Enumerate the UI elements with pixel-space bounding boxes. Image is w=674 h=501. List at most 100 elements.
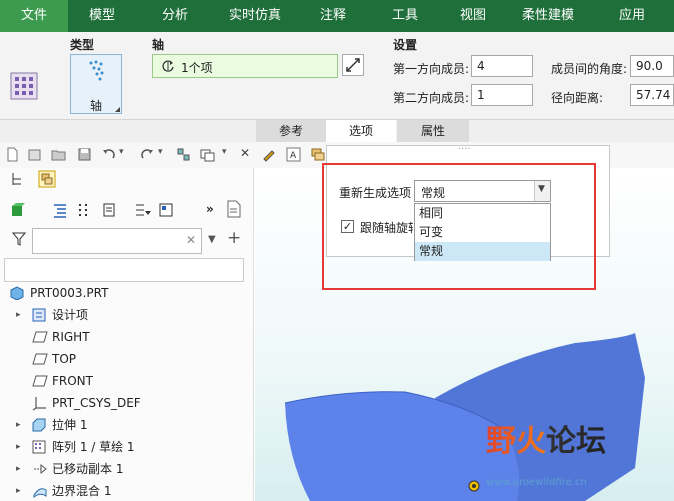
layers-icon[interactable] [310, 147, 325, 162]
menu-analysis[interactable]: 分析 [136, 0, 214, 32]
second-direction-input[interactable]: 1 [471, 84, 533, 106]
panel-drag-handle[interactable]: ···· [458, 144, 471, 155]
undo-dropdown-icon[interactable]: ▾ [119, 147, 124, 157]
first-direction-input[interactable]: 4 [471, 55, 533, 77]
first-direction-label: 第一方向成员: [393, 62, 470, 76]
filter-icon [12, 232, 26, 246]
regen-option-list: 相同 可变 常规 [414, 203, 551, 261]
rotate-axis-icon [162, 60, 174, 72]
tree-item-label: 阵列 1 / 草绘 1 [52, 440, 135, 454]
close-window-icon[interactable]: ✕ [240, 146, 250, 160]
tree-search-input[interactable]: ✕ [32, 228, 202, 254]
member-angle-input[interactable]: 90.0 [630, 55, 674, 77]
regen-option-value: 常规 [421, 186, 446, 200]
forum-watermark: 野火论坛 [486, 416, 606, 460]
tab-options[interactable]: 选项 [326, 120, 396, 142]
axis-collector-value: 1个项 [181, 61, 213, 75]
windows-dropdown-icon[interactable]: ▾ [222, 147, 227, 157]
edit-note-icon[interactable] [262, 147, 277, 162]
axis-type-label: 轴 [89, 99, 102, 113]
menu-tools[interactable]: 工具 [370, 0, 440, 32]
expand-arrow-icon[interactable]: ▸ [16, 416, 21, 434]
undo-icon[interactable] [101, 147, 116, 162]
open-recent-icon[interactable] [27, 147, 42, 162]
add-filter-icon[interactable]: + [227, 228, 241, 248]
display-icon[interactable] [158, 202, 174, 218]
menu-view[interactable]: 视图 [440, 0, 506, 32]
option-general[interactable]: 常规 [415, 242, 550, 261]
axis-section-label: 轴 [152, 38, 165, 52]
follow-axis-checkbox[interactable]: ✓ [341, 220, 354, 233]
flip-arrows-icon [346, 58, 360, 72]
pattern-feature-icon [10, 72, 38, 100]
boundary-blend-icon [33, 488, 47, 498]
model-tree-tab-icon[interactable] [10, 172, 24, 186]
tree-item-label: 设计项 [52, 308, 89, 322]
tree-header-bar [4, 258, 244, 282]
menu-applications[interactable]: 应用 [590, 0, 674, 32]
radial-distance-label: 径向距离: [551, 91, 604, 105]
type-label: 类型 [70, 38, 95, 52]
tree-item-label: 已移动副本 1 [52, 462, 124, 476]
datum-plane-icon [32, 353, 48, 365]
regen-option-select[interactable]: 常规 ▼ [414, 180, 551, 202]
tree-columns-icon[interactable] [52, 202, 68, 218]
site-logo-icon [468, 480, 480, 492]
redo-dropdown-icon[interactable]: ▾ [158, 147, 163, 157]
clear-search-icon[interactable]: ✕ [186, 233, 196, 247]
expand-arrow-icon[interactable]: ▸ [16, 482, 21, 500]
expand-arrow-icon[interactable]: ▸ [16, 438, 21, 456]
chevron-down-icon: ▼ [538, 184, 545, 194]
option-same[interactable]: 相同 [415, 204, 550, 223]
csys-icon [32, 397, 46, 411]
flip-direction-button[interactable] [342, 54, 364, 76]
notes-icon[interactable] [226, 200, 242, 218]
expand-arrow-icon[interactable]: ▸ [16, 306, 21, 324]
axis-type-button[interactable]: 轴 [70, 54, 122, 114]
watermark-text: 野火论坛 [486, 424, 606, 459]
tree-item-label: TOP [52, 352, 77, 366]
design-items-icon [32, 308, 46, 322]
ribbon: 类型 轴 轴 1个项 设置 第一方向成员: 4 第二方向成员: 1 成员间的角度 [0, 32, 674, 120]
more-tools-icon[interactable]: » [206, 202, 214, 216]
axis-collector[interactable]: 1个项 [152, 54, 338, 78]
dropdown-arrow-button[interactable]: ▼ [534, 181, 550, 201]
option-variable[interactable]: 可变 [415, 223, 550, 242]
pattern-icon [32, 440, 46, 454]
tree-filters-icon[interactable] [76, 202, 92, 218]
menu-bar: 文件 模型 分析 实时仿真 注释 工具 视图 柔性建模 应用 [0, 0, 674, 32]
tree-item-label: 边界混合 1 [52, 484, 112, 498]
svg-text:A: A [290, 151, 297, 161]
tree-item-label: 拉伸 1 [52, 418, 88, 432]
expand-corner-icon [115, 107, 120, 112]
datum-plane-icon [32, 331, 48, 343]
tree-settings-icon[interactable] [134, 202, 152, 218]
regenerate-icon[interactable] [176, 147, 191, 162]
save-tree-icon[interactable] [102, 202, 118, 218]
menu-realtime-sim[interactable]: 实时仿真 [214, 0, 296, 32]
new-icon[interactable] [5, 147, 20, 162]
show-icon[interactable] [10, 202, 26, 218]
tab-properties[interactable]: 属性 [397, 120, 469, 142]
follow-axis-label: 跟随轴旋转 [360, 221, 413, 235]
menu-flexible-modeling[interactable]: 柔性建模 [506, 0, 590, 32]
menu-annotate[interactable]: 注释 [296, 0, 370, 32]
menu-model[interactable]: 模型 [68, 0, 136, 32]
tree-item-label: FRONT [52, 374, 93, 388]
checkmark-icon: ✓ [342, 220, 353, 233]
axis-pattern-icon [89, 60, 104, 81]
annotation-text-icon[interactable]: A [286, 147, 301, 162]
save-icon[interactable] [77, 147, 92, 162]
open-folder-icon[interactable] [51, 147, 66, 162]
tab-references[interactable]: 参考 [256, 120, 326, 142]
search-dropdown-icon[interactable]: ▼ [208, 234, 216, 245]
windows-icon[interactable] [200, 147, 215, 162]
redo-icon[interactable] [140, 147, 155, 162]
layer-tree-tab-icon[interactable] [38, 170, 56, 188]
ribbon-tab-strip: 参考 选项 属性 [0, 120, 674, 142]
watermark-url: www.proewildfire.cn [486, 477, 587, 488]
settings-label: 设置 [393, 38, 418, 52]
expand-arrow-icon[interactable]: ▸ [16, 460, 21, 478]
radial-distance-input[interactable]: 57.74 [630, 84, 674, 106]
menu-file[interactable]: 文件 [0, 0, 68, 32]
